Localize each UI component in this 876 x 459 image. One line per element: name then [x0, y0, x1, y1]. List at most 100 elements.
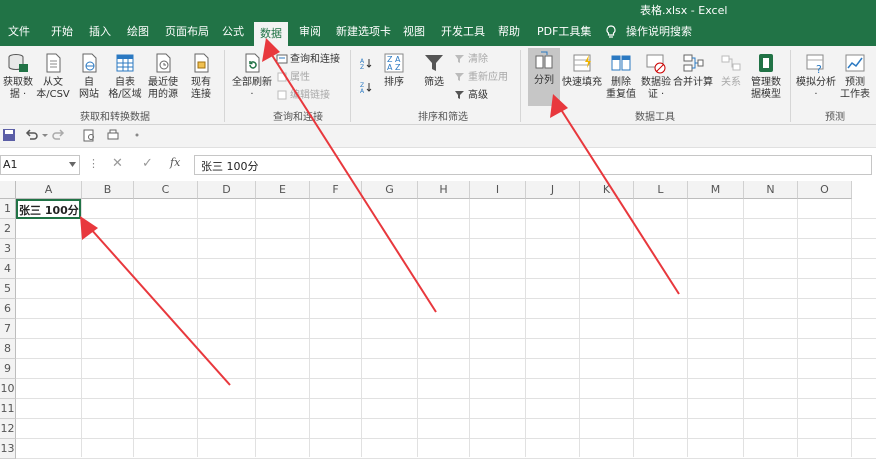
- tab-home[interactable]: 开始: [51, 18, 73, 46]
- row-header-4[interactable]: 4: [0, 259, 16, 279]
- tab-new-tab[interactable]: 新建选项卡: [336, 18, 391, 46]
- flash-fill-button[interactable]: 快速填充: [562, 50, 602, 89]
- get-data-button[interactable]: 获取数 据 ·: [2, 50, 34, 101]
- what-if-analysis-button[interactable]: ? 模拟分析 ·: [796, 50, 836, 101]
- quick-access-toolbar: [0, 125, 876, 148]
- column-header-i[interactable]: I: [470, 181, 526, 199]
- properties-button[interactable]: 属性: [276, 70, 310, 86]
- column-header-o[interactable]: O: [798, 181, 852, 199]
- column-header-d[interactable]: D: [198, 181, 256, 199]
- row-header-3[interactable]: 3: [0, 239, 16, 259]
- data-validation-button[interactable]: 数据验 证 ·: [639, 50, 673, 101]
- tell-me-search[interactable]: 操作说明搜索: [626, 18, 692, 46]
- queries-icon: [276, 53, 288, 65]
- insert-function-icon[interactable]: fx: [170, 156, 180, 169]
- link-icon: [276, 89, 288, 101]
- tab-file[interactable]: 文件: [8, 18, 30, 46]
- consolidate-icon: [682, 52, 704, 74]
- print-preview-icon[interactable]: [82, 128, 96, 142]
- row-header-9[interactable]: 9: [0, 359, 16, 379]
- data-validation-icon: [645, 52, 667, 74]
- relationships-button[interactable]: 关系: [716, 50, 746, 89]
- text-to-columns-button[interactable]: 分列: [528, 48, 560, 106]
- cell-a1[interactable]: 张三 100分: [16, 199, 81, 219]
- tab-page-layout[interactable]: 页面布局: [165, 18, 209, 46]
- save-icon[interactable]: [2, 128, 16, 142]
- column-header-c[interactable]: C: [134, 181, 198, 199]
- column-header-b[interactable]: B: [82, 181, 134, 199]
- worksheet-grid[interactable]: ABCDEFGHIJKLMNO 1 2 3 4 5 6 7 8 9 10 11 12 13 张三 100…: [0, 181, 876, 459]
- name-box[interactable]: A1: [0, 155, 80, 175]
- filter-button[interactable]: 筛选: [418, 50, 450, 89]
- customize-qat-icon[interactable]: [130, 128, 144, 142]
- clear-filter-button[interactable]: 清除: [454, 52, 488, 68]
- group-label-data-tools: 数据工具: [635, 112, 675, 123]
- row-header-13[interactable]: 13: [0, 439, 16, 459]
- row-header-12[interactable]: 12: [0, 419, 16, 439]
- tab-view[interactable]: 视图: [403, 18, 425, 46]
- column-header-n[interactable]: N: [744, 181, 798, 199]
- group-separator: [350, 50, 351, 122]
- tab-formulas[interactable]: 公式: [222, 18, 244, 46]
- column-header-a[interactable]: A: [16, 181, 82, 199]
- tab-developer[interactable]: 开发工具: [441, 18, 485, 46]
- svg-text:Z: Z: [360, 64, 364, 69]
- remove-duplicates-button[interactable]: 删除 重复值: [603, 50, 639, 101]
- redo-icon[interactable]: [52, 128, 66, 142]
- text-file-icon: [42, 52, 64, 74]
- select-all-corner[interactable]: [0, 181, 16, 199]
- forecast-sheet-button[interactable]: 预测 工作表: [838, 50, 872, 101]
- manage-data-model-button[interactable]: 管理数 据模型: [748, 50, 784, 101]
- remove-duplicates-icon: [610, 52, 632, 74]
- sort-asc-icon[interactable]: AZ: [360, 56, 374, 72]
- group-label-get-transform: 获取和转换数据: [80, 112, 150, 123]
- column-header-f[interactable]: F: [310, 181, 362, 199]
- formula-input[interactable]: 张三 100分: [194, 155, 872, 175]
- sort-desc-icon[interactable]: ZA: [360, 80, 374, 96]
- tab-data[interactable]: 数据: [254, 22, 288, 46]
- tab-review[interactable]: 审阅: [299, 18, 321, 46]
- row-header-11[interactable]: 11: [0, 399, 16, 419]
- sort-button[interactable]: Z AA Z 排序: [380, 50, 408, 89]
- cancel-icon[interactable]: ✕: [112, 156, 123, 171]
- reapply-button[interactable]: 重新应用: [454, 70, 508, 86]
- formula-bar: A1 ⋮ ✕ ✓ fx 张三 100分: [0, 148, 876, 180]
- tab-draw[interactable]: 绘图: [127, 18, 149, 46]
- from-table-range-button[interactable]: 自表 格/区域: [106, 50, 144, 101]
- from-web-button[interactable]: 自 网站: [74, 50, 104, 101]
- column-header-m[interactable]: M: [688, 181, 744, 199]
- column-header-h[interactable]: H: [418, 181, 470, 199]
- row-header-2[interactable]: 2: [0, 219, 16, 239]
- row-header-8[interactable]: 8: [0, 339, 16, 359]
- group-label-forecast: 预测: [825, 112, 845, 123]
- row-header-1[interactable]: 1: [0, 199, 16, 219]
- consolidate-button[interactable]: 合并计算: [673, 50, 713, 89]
- quick-print-icon[interactable]: [106, 128, 120, 142]
- recent-sources-button[interactable]: 最近使 用的源: [144, 50, 182, 101]
- column-header-l[interactable]: L: [634, 181, 688, 199]
- from-text-csv-button[interactable]: 从文 本/CSV: [34, 50, 72, 101]
- database-icon: [7, 52, 29, 74]
- tab-help[interactable]: 帮助: [498, 18, 520, 46]
- column-header-j[interactable]: J: [526, 181, 580, 199]
- existing-connections-button[interactable]: 现有 连接: [186, 50, 216, 101]
- column-header-e[interactable]: E: [256, 181, 310, 199]
- undo-icon[interactable]: [24, 128, 38, 142]
- tab-insert[interactable]: 插入: [89, 18, 111, 46]
- column-header-g[interactable]: G: [362, 181, 418, 199]
- queries-connections-button[interactable]: 查询和连接: [276, 52, 340, 68]
- chevron-down-icon: [69, 162, 76, 167]
- refresh-all-button[interactable]: 全部刷新 ·: [230, 50, 274, 101]
- row-header-5[interactable]: 5: [0, 279, 16, 299]
- tab-pdf-tools[interactable]: PDF工具集: [537, 18, 591, 46]
- advanced-filter-button[interactable]: 高级: [454, 88, 488, 104]
- enter-icon[interactable]: ✓: [142, 156, 153, 171]
- undo-dropdown-icon[interactable]: [38, 128, 52, 142]
- column-header-k[interactable]: K: [580, 181, 634, 199]
- row-header-10[interactable]: 10: [0, 379, 16, 399]
- row-header-7[interactable]: 7: [0, 319, 16, 339]
- edit-links-button[interactable]: 编辑链接: [276, 88, 330, 104]
- row-header-6[interactable]: 6: [0, 299, 16, 319]
- sort-icon: Z AA Z: [383, 52, 405, 74]
- title-bar: 表格.xlsx - Excel: [0, 0, 876, 18]
